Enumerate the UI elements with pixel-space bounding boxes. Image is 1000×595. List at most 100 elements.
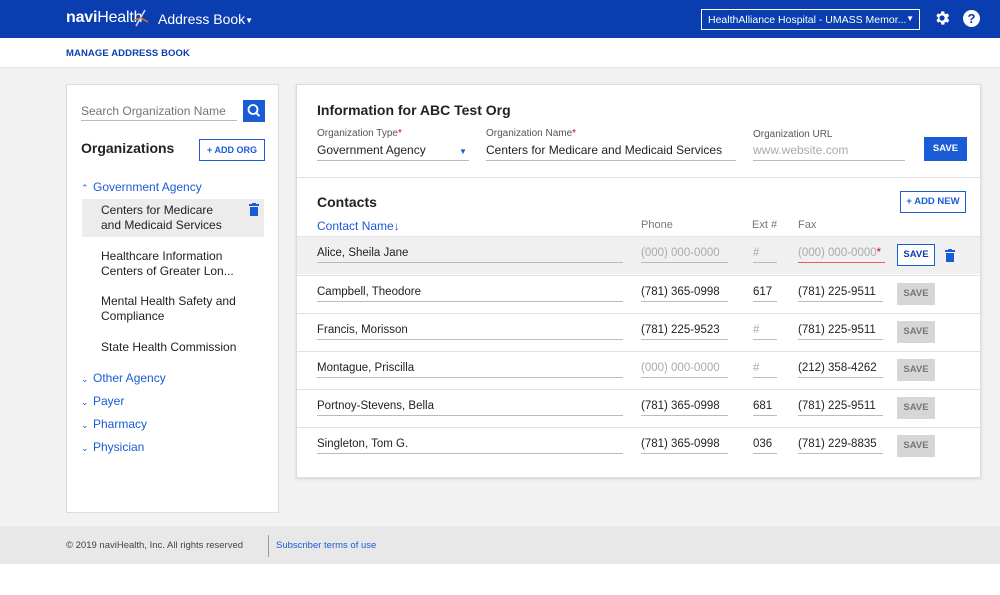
org-type-select[interactable]: Government Agency [317,143,469,161]
save-contact-button[interactable]: SAVE [897,397,935,419]
org-item-line1: Centers for Medicare [101,203,214,217]
cell-value: Singleton, Tom G. [317,438,409,450]
cell-value: 681 [753,400,773,412]
column-header-label: Contact Name [317,219,394,233]
add-org-button[interactable]: + ADD ORG [199,139,265,161]
chevron-down-icon: ⌄ [81,420,89,430]
save-contact-button[interactable]: SAVE [897,321,935,343]
org-url-input[interactable]: www.website.com [753,143,905,161]
phone-input[interactable]: (781) 365-0998 [641,286,728,302]
contact-name-input[interactable]: Francis, Morisson [317,324,623,340]
cell-value: (212) 358-4262 [798,362,877,374]
group-payer[interactable]: ⌄ Payer [81,394,124,408]
chevron-down-icon: ⌄ [81,374,89,384]
subscriber-terms-link[interactable]: Subscriber terms of use [276,540,376,551]
cell-value: (000) 000-0000 [641,362,720,374]
contact-name-input[interactable]: Campbell, Theodore [317,286,623,302]
navihealth-logo[interactable]: naviHealth [66,9,142,27]
ext-input[interactable]: # [753,362,777,378]
phone-input[interactable]: (781) 365-0998 [641,400,728,416]
chevron-down-icon: ⌄ [81,443,89,453]
fax-input[interactable]: (781) 225-9511 [798,400,883,416]
column-header-fax: Fax [798,219,817,231]
group-label: Government Agency [93,180,202,194]
search-button[interactable] [243,100,265,122]
org-item-line2: Compliance [101,309,165,323]
cell-value: Francis, Morisson [317,324,408,336]
contact-name-input[interactable]: Montague, Priscilla [317,362,623,378]
contacts-heading: Contacts [317,194,377,210]
contact-name-input[interactable]: Portnoy-Stevens, Bella [317,400,623,416]
section-divider [297,177,980,178]
group-government-agency[interactable]: ⌃ Government Agency [81,180,202,194]
cell-value: (000) 000-0000 [641,247,720,259]
cell-value: Portnoy-Stevens, Bella [317,400,434,412]
fax-input[interactable]: (212) 358-4262 [798,362,883,378]
cell-value: (781) 229-8835 [798,438,877,450]
org-item-line1: Healthcare Information [101,249,223,263]
page-subheader: MANAGE ADDRESS BOOK [0,38,1000,68]
save-contact-button[interactable]: SAVE [897,283,935,305]
cell-value: 617 [753,286,773,298]
org-item-state-health-commission[interactable]: State Health Commission [82,336,264,359]
cell-value: 036 [753,438,773,450]
contact-name-input[interactable]: Singleton, Tom G. [317,438,623,454]
org-name-label-text: Organization Name [486,128,573,139]
hospital-select[interactable]: HealthAlliance Hospital - UMASS Memor...… [701,9,920,30]
ext-input[interactable]: 036 [753,438,777,454]
ext-input[interactable]: 681 [753,400,777,416]
save-contact-button[interactable]: SAVE [897,244,935,266]
trash-icon[interactable] [249,203,259,216]
org-item-line2: Centers of Greater Lon... [101,264,234,278]
cell-value: (781) 365-0998 [641,286,720,298]
org-name-label: Organization Name* [486,128,576,139]
fax-input[interactable]: (781) 225-9511 [798,324,883,340]
help-icon[interactable]: ? [963,10,980,27]
organizations-heading: Organizations [81,140,175,156]
search-organization-input[interactable] [81,101,237,121]
group-label: Physician [93,440,145,454]
ext-input[interactable]: # [753,324,777,340]
save-contact-button[interactable]: SAVE [897,359,935,381]
org-item-centers-for-medicare[interactable]: Centers for Medicare and Medicaid Servic… [82,199,264,237]
fax-input[interactable]: (781) 229-8835 [798,438,883,454]
phone-input[interactable]: (781) 225-9523 [641,324,728,340]
ext-input[interactable]: # [753,247,777,263]
org-name-input[interactable]: Centers for Medicare and Medicaid Servic… [486,143,736,161]
required-mark: * [572,128,577,139]
group-label: Pharmacy [93,417,148,431]
required-mark: * [876,247,882,259]
fax-input[interactable]: (781) 225-9511 [798,286,883,302]
org-item-healthcare-information[interactable]: Healthcare Information Centers of Greate… [82,245,264,283]
add-new-contact-button[interactable]: + ADD NEW [900,191,966,213]
footer-divider [268,535,269,557]
page-title: MANAGE ADDRESS BOOK [66,48,190,59]
phone-input[interactable]: (000) 000-0000 [641,362,728,378]
cell-value: Campbell, Theodore [317,286,421,298]
org-name-value: Centers for Medicare and Medicaid Servic… [486,143,723,157]
column-header-contact-name[interactable]: Contact Name↓ [317,219,400,233]
org-item-mental-health-safety[interactable]: Mental Health Safety and Compliance [82,290,264,328]
group-other-agency[interactable]: ⌄ Other Agency [81,371,166,385]
column-header-ext: Ext # [752,219,778,231]
table-row: Singleton, Tom G. (781) 365-0998 036 (78… [297,427,980,465]
organization-detail-panel: Information for ABC Test Org Organizatio… [296,84,981,478]
org-type-value: Government Agency [317,143,426,157]
cell-value: Montague, Priscilla [317,362,415,374]
address-book-menu[interactable]: Address Book▼ [158,11,253,27]
fax-input[interactable]: (000) 000-0000* [798,247,885,263]
contact-name-input[interactable]: Alice, Sheila Jane [317,247,623,263]
trash-icon[interactable] [945,249,955,262]
cell-value: (781) 225-9511 [798,286,876,298]
gear-icon[interactable] [933,9,951,27]
save-contact-button[interactable]: SAVE [897,435,935,457]
ext-input[interactable]: 617 [753,286,777,302]
group-physician[interactable]: ⌄ Physician [81,440,144,454]
save-organization-button[interactable]: SAVE [924,137,967,161]
table-row: Francis, Morisson (781) 225-9523 # (781)… [297,313,980,351]
group-pharmacy[interactable]: ⌄ Pharmacy [81,417,147,431]
required-mark: * [397,128,402,139]
chevron-down-icon: ▼ [245,15,254,25]
phone-input[interactable]: (000) 000-0000 [641,247,728,263]
phone-input[interactable]: (781) 365-0998 [641,438,728,454]
